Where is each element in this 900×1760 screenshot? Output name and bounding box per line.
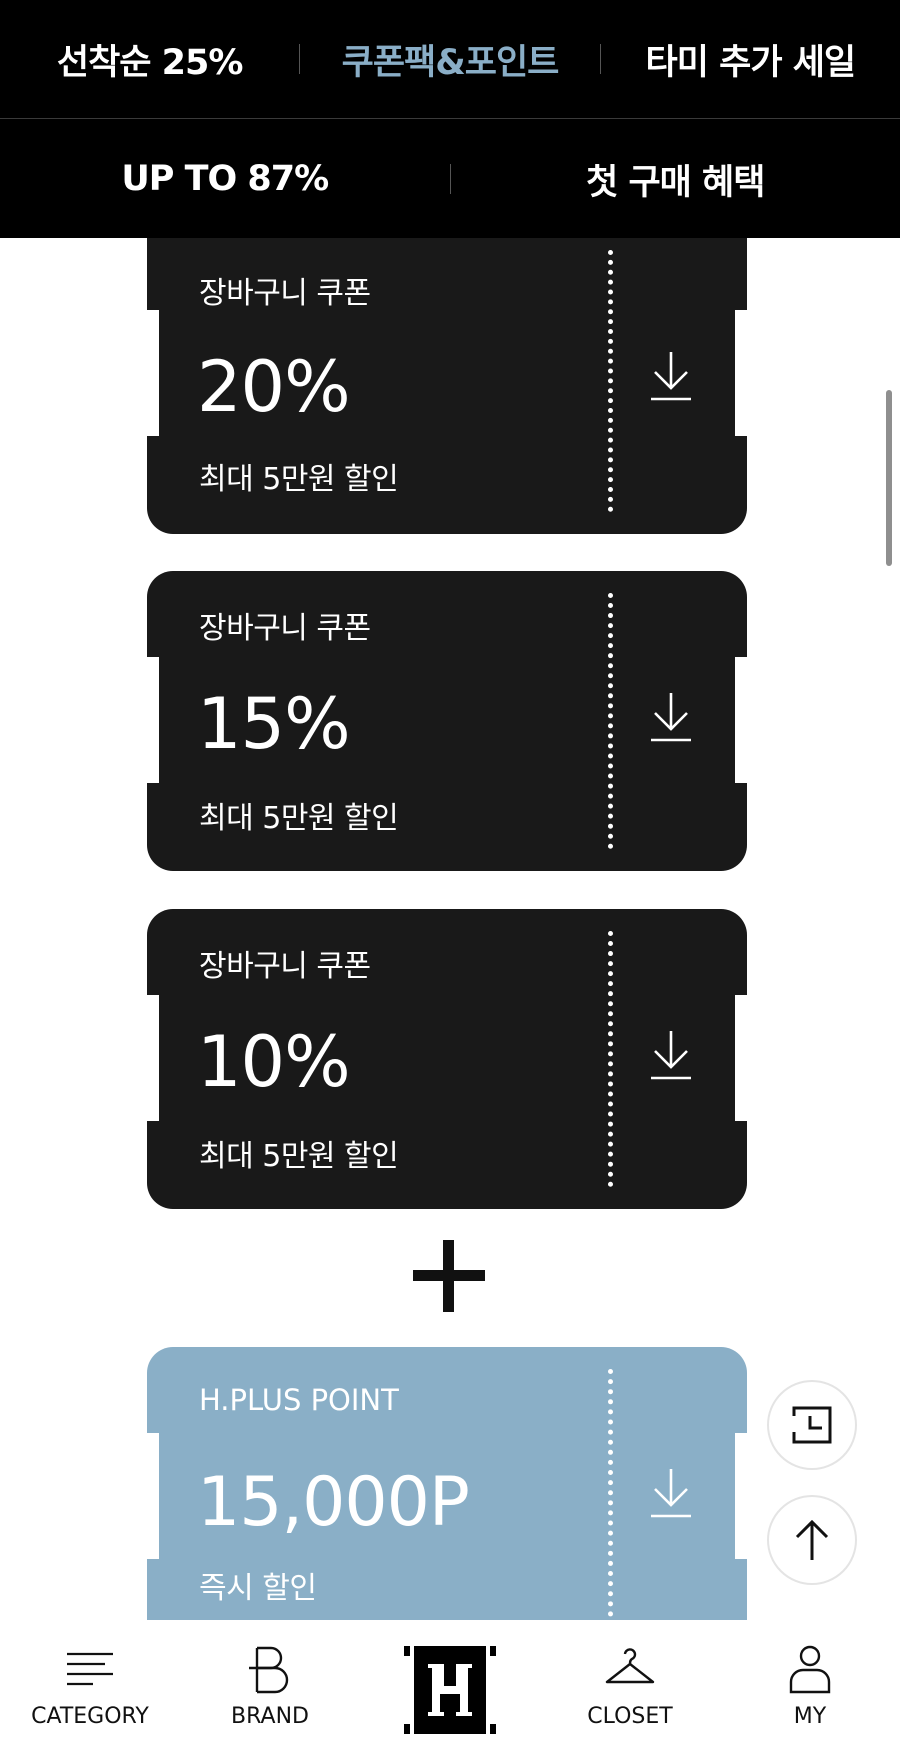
- coupon-discount: 10%: [197, 1021, 351, 1103]
- coupon-card: 장바구니 쿠폰 20% 최대 5만원 할인: [147, 238, 747, 534]
- tab-first-come-25[interactable]: 선착순 25%: [0, 34, 299, 85]
- coupon-discount: 15%: [197, 683, 351, 765]
- nav-label: MY: [793, 1704, 827, 1729]
- recent-view-button[interactable]: [767, 1380, 857, 1470]
- point-card: H.PLUS POINT 15,000P 즉시 할인: [147, 1347, 747, 1620]
- nav-label: CLOSET: [587, 1704, 673, 1729]
- download-icon[interactable]: [649, 350, 693, 402]
- coupon-label: 장바구니 쿠폰: [199, 276, 371, 311]
- nav-label: BRAND: [231, 1704, 309, 1729]
- coupon-discount: 20%: [197, 346, 351, 428]
- coupon-perforation: [608, 593, 613, 849]
- tab-up-to-87[interactable]: UP TO 87%: [0, 159, 450, 199]
- arrow-up-icon: [795, 1519, 829, 1560]
- bottom-nav: CATEGORY BRAND CLOSET MY: [0, 1620, 900, 1760]
- plus-icon: [413, 1240, 485, 1312]
- nav-my[interactable]: MY: [720, 1620, 900, 1760]
- point-amount: 15,000P: [197, 1463, 470, 1542]
- coupon-label: 장바구니 쿠폰: [199, 949, 371, 984]
- coupon-max-discount: 최대 5만원 할인: [199, 462, 399, 497]
- scrollbar[interactable]: [886, 390, 892, 566]
- user-icon: [789, 1645, 831, 1694]
- download-icon[interactable]: [649, 1467, 693, 1519]
- coupon-max-discount: 최대 5만원 할인: [199, 1139, 399, 1174]
- brand-b-icon: [249, 1646, 289, 1694]
- tab-row-1: 선착순 25% 쿠폰팩&포인트 타미 추가 세일: [0, 0, 900, 119]
- hanger-icon: [605, 1648, 655, 1684]
- tab-tommy-extra-sale[interactable]: 타미 추가 세일: [601, 34, 900, 85]
- tab-first-purchase-benefit[interactable]: 첫 구매 혜택: [451, 154, 900, 205]
- coupon-perforation: [608, 250, 613, 512]
- tab-row-2: UP TO 87% 첫 구매 혜택: [0, 120, 900, 238]
- menu-icon: [67, 1652, 113, 1686]
- nav-closet[interactable]: CLOSET: [540, 1620, 720, 1760]
- download-icon[interactable]: [649, 691, 693, 743]
- nav-label: CATEGORY: [31, 1704, 149, 1729]
- top-tab-bar: 선착순 25% 쿠폰팩&포인트 타미 추가 세일 UP TO 87% 첫 구매 …: [0, 0, 900, 238]
- point-perforation: [608, 1369, 613, 1620]
- recent-view-icon: [792, 1406, 832, 1444]
- scroll-to-top-button[interactable]: [767, 1495, 857, 1585]
- h-logo-icon[interactable]: [404, 1646, 496, 1734]
- coupon-list: 장바구니 쿠폰 20% 최대 5만원 할인 장바구니 쿠폰 15% 최대 5만원…: [0, 238, 900, 1620]
- coupon-card: 장바구니 쿠폰 15% 최대 5만원 할인: [147, 571, 747, 871]
- coupon-card: 장바구니 쿠폰 10% 최대 5만원 할인: [147, 909, 747, 1209]
- tab-coupon-pack-points[interactable]: 쿠폰팩&포인트: [300, 34, 599, 85]
- coupon-label: 장바구니 쿠폰: [199, 611, 371, 646]
- nav-category[interactable]: CATEGORY: [0, 1620, 180, 1760]
- download-icon[interactable]: [649, 1029, 693, 1081]
- nav-brand[interactable]: BRAND: [180, 1620, 360, 1760]
- coupon-perforation: [608, 931, 613, 1187]
- point-label: H.PLUS POINT: [199, 1383, 399, 1417]
- point-desc: 즉시 할인: [199, 1571, 317, 1606]
- coupon-max-discount: 최대 5만원 할인: [199, 801, 399, 836]
